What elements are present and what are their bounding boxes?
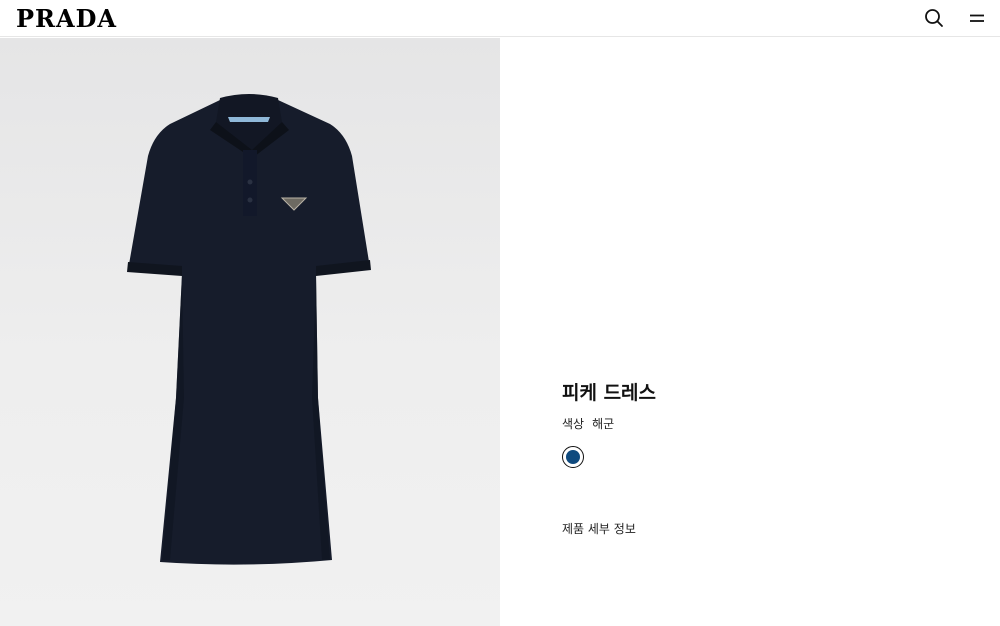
product-image[interactable] <box>0 38 500 626</box>
color-row: 색상 해군 <box>562 415 962 432</box>
color-swatch-navy[interactable] <box>562 446 584 468</box>
site-header: PRADA <box>0 0 1000 37</box>
color-label: 색상 <box>562 417 585 431</box>
search-icon[interactable] <box>922 6 946 30</box>
prada-logo[interactable]: PRADA <box>16 4 117 33</box>
color-value: 해군 <box>592 417 615 431</box>
color-swatch-fill <box>566 450 580 464</box>
product-title: 피케 드레스 <box>562 382 657 404</box>
product-details-link[interactable]: 제품 세부 정보 <box>562 520 636 537</box>
dress-image <box>127 94 371 565</box>
product-info: 피케 드레스 색상 해군 제품 세부 정보 <box>562 378 962 536</box>
menu-icon[interactable] <box>965 6 989 30</box>
